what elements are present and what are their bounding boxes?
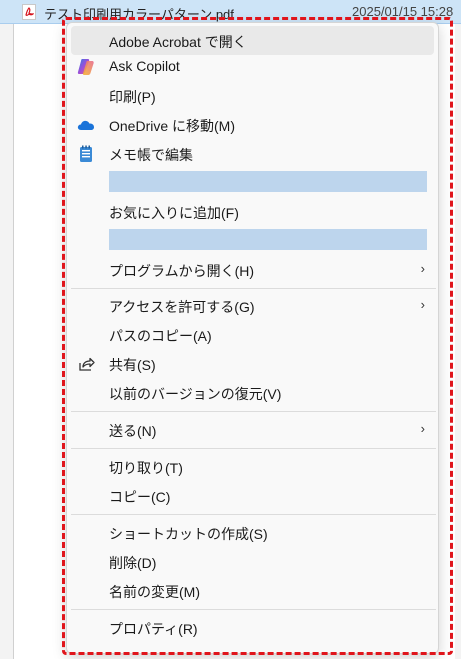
menu-item-print[interactable]: 印刷(P) (71, 81, 434, 110)
menu-item-label: アクセスを許可する(G) (109, 299, 255, 315)
explorer-right-edge (455, 24, 461, 659)
menu-item-label: プロパティ(R) (109, 621, 198, 637)
menu-item-label: コピー(C) (109, 489, 171, 505)
menu-separator (71, 514, 436, 515)
menu-item-ask-copilot[interactable]: Ask Copilot (71, 52, 434, 81)
menu-item-label: メモ帳で編集 (109, 147, 193, 163)
menu-item-label: 印刷(P) (109, 89, 156, 105)
file-name: テスト印刷用カラーパターン.pdf (44, 7, 234, 22)
pdf-file-icon (22, 4, 36, 20)
menu-item-copy[interactable]: コピー(C) (71, 481, 434, 510)
menu-item-label: Ask Copilot (109, 58, 180, 74)
menu-item-label: プログラムから開く(H) (109, 263, 255, 279)
file-date: 2025/01/15 15:28 (352, 4, 454, 19)
menu-item-notepad[interactable]: メモ帳で編集 (71, 139, 434, 168)
menu-item-open-acrobat[interactable]: Adobe Acrobat で開く (71, 26, 434, 55)
menu-item-delete[interactable]: 削除(D) (71, 547, 434, 576)
menu-item-copy-path[interactable]: パスのコピー(A) (71, 320, 434, 349)
context-menu: Adobe Acrobat で開く Ask Copilot 印刷(P) OneD… (66, 22, 439, 654)
menu-item-label: Adobe Acrobat で開く (109, 34, 247, 50)
menu-item-give-access[interactable]: アクセスを許可する(G) › (71, 291, 434, 320)
menu-item-rename[interactable]: 名前の変更(M) (71, 576, 434, 605)
menu-item-label: お気に入りに追加(F) (109, 205, 239, 221)
menu-item-label: ショートカットの作成(S) (109, 526, 268, 542)
explorer-left-edge (0, 24, 14, 659)
menu-item-onedrive[interactable]: OneDrive に移動(M) (71, 110, 434, 139)
menu-item-send-to[interactable]: 送る(N) › (71, 415, 434, 444)
redacted-menu-item (109, 229, 427, 250)
menu-item-label: 共有(S) (109, 357, 156, 373)
chevron-right-icon: › (420, 297, 425, 312)
menu-separator (71, 288, 436, 289)
onedrive-cloud-icon (76, 115, 96, 135)
menu-item-label: 削除(D) (109, 555, 157, 571)
chevron-right-icon: › (420, 421, 425, 436)
menu-separator (71, 609, 436, 610)
notepad-icon (76, 144, 96, 164)
menu-item-label: 以前のバージョンの復元(V) (109, 386, 282, 402)
menu-item-open-with[interactable]: プログラムから開く(H) › (71, 255, 434, 284)
selected-file-row[interactable]: テスト印刷用カラーパターン.pdf 2025/01/15 15:28 (0, 0, 461, 24)
share-icon (76, 354, 96, 374)
menu-separator (71, 448, 436, 449)
menu-item-cut[interactable]: 切り取り(T) (71, 452, 434, 481)
menu-separator (71, 411, 436, 412)
menu-item-favorites[interactable]: お気に入りに追加(F) (71, 197, 434, 226)
menu-item-label: 送る(N) (109, 423, 157, 439)
chevron-right-icon: › (420, 261, 425, 276)
menu-item-restore-versions[interactable]: 以前のバージョンの復元(V) (71, 378, 434, 407)
redacted-menu-item (109, 171, 427, 192)
menu-item-label: OneDrive に移動(M) (109, 118, 236, 134)
menu-item-share[interactable]: 共有(S) (71, 349, 434, 378)
menu-item-create-shortcut[interactable]: ショートカットの作成(S) (71, 518, 434, 547)
menu-item-label: パスのコピー(A) (109, 328, 212, 344)
copilot-icon (76, 57, 96, 77)
menu-item-properties[interactable]: プロパティ(R) (71, 613, 434, 642)
menu-item-label: 切り取り(T) (109, 460, 183, 476)
menu-item-label: 名前の変更(M) (109, 584, 200, 600)
